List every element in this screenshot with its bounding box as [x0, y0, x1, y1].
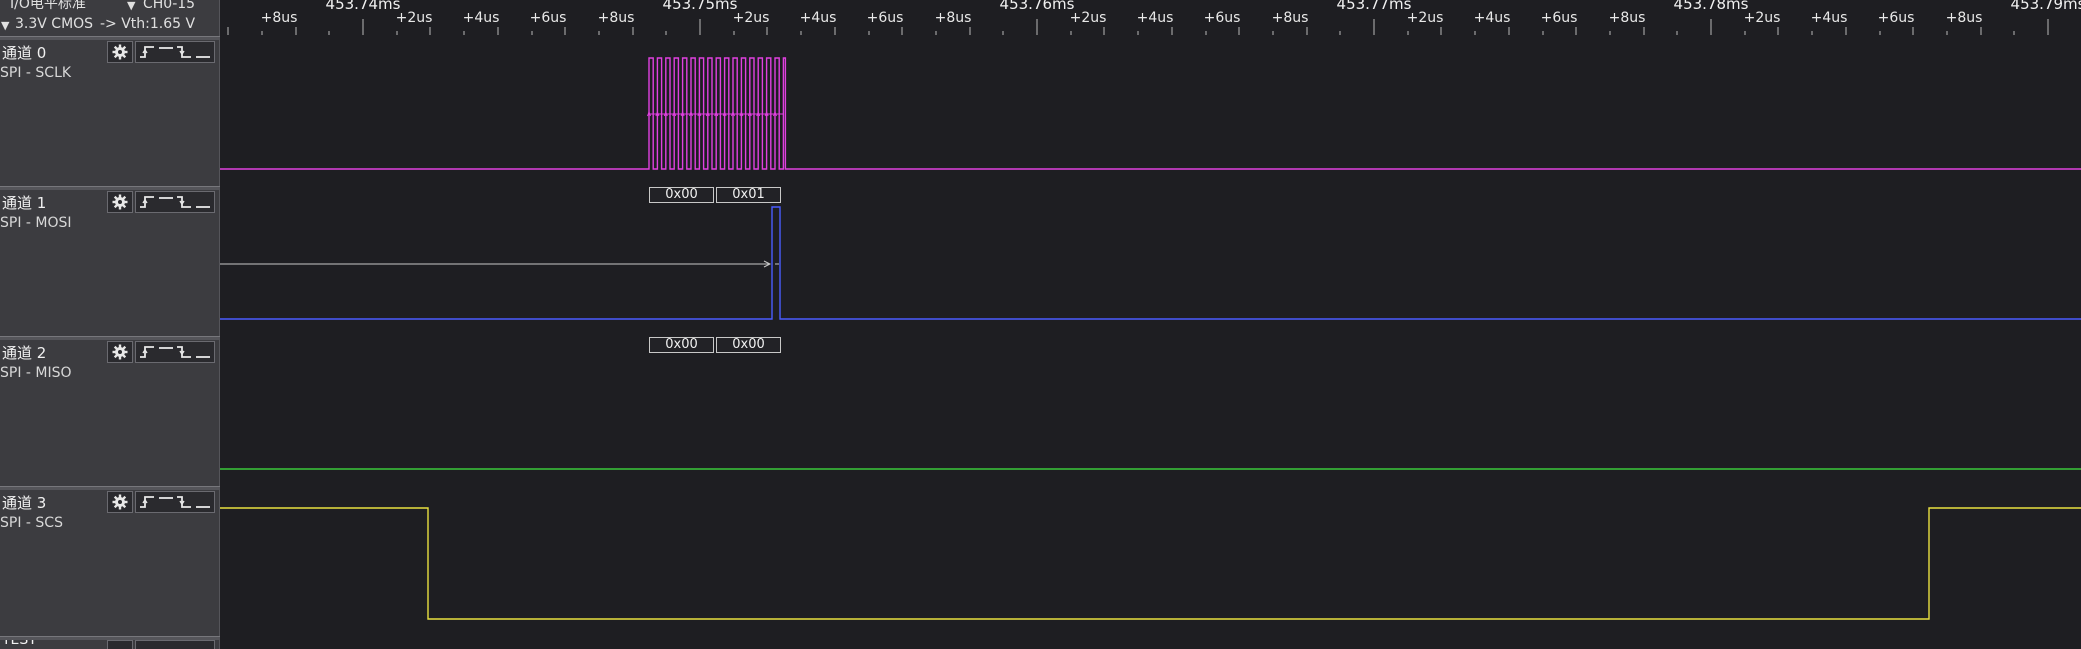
- channel-panel-1: 通道 1 SPI - MOSI: [0, 188, 219, 336]
- rising-edge-icon[interactable]: [139, 494, 155, 510]
- time-minor-label: +8us: [597, 10, 635, 26]
- channel-name: 通道 0: [2, 44, 47, 62]
- time-minor-label: +6us: [1877, 10, 1915, 26]
- channel-panel-3: 通道 3 SPI - SCS: [0, 488, 219, 636]
- scs-signal-trace: [220, 507, 2081, 620]
- waveform-view[interactable]: 453.74ms 453.75ms 453.76ms 453.77ms 453.…: [220, 0, 2081, 649]
- time-major-label: 453.76ms: [999, 0, 1075, 13]
- time-minor-label: +4us: [1136, 10, 1174, 26]
- rising-edge-icon[interactable]: [139, 194, 155, 210]
- time-minor-label: +8us: [260, 10, 298, 26]
- time-minor-label: +2us: [1406, 10, 1444, 26]
- falling-edge-icon[interactable]: [176, 494, 192, 510]
- threshold-voltage: -> Vth:1.65 V: [100, 16, 196, 32]
- time-minor-label: +2us: [395, 10, 433, 26]
- time-major-label: 453.78ms: [1673, 0, 1749, 13]
- io-standard-row[interactable]: I/O电平标准 ▼ CH0-15: [0, 0, 219, 14]
- rising-edge-icon[interactable]: [139, 44, 155, 60]
- trigger-mode-group: [135, 640, 215, 649]
- time-major-label: 453.77ms: [1336, 0, 1412, 13]
- caret-down-icon[interactable]: ▼: [1, 16, 9, 34]
- voltage-standard: 3.3V CMOS: [15, 16, 94, 32]
- gear-icon: [112, 494, 128, 510]
- rising-edge-icon[interactable]: [139, 344, 155, 360]
- sclk-signal-trace: [220, 57, 2081, 170]
- falling-edge-icon[interactable]: [176, 194, 192, 210]
- time-minor-label: +4us: [1810, 10, 1848, 26]
- time-minor-label: +6us: [529, 10, 567, 26]
- gear-icon: [112, 194, 128, 210]
- high-level-icon[interactable]: [158, 494, 174, 510]
- channel-trigger-buttons: [107, 640, 217, 649]
- time-minor-label: +2us: [732, 10, 770, 26]
- signal-traces: [220, 57, 2081, 620]
- time-minor-label: +6us: [1540, 10, 1578, 26]
- mosi-decoded-byte[interactable]: 0x01: [716, 187, 781, 203]
- voltage-row[interactable]: ▼ 3.3V CMOS -> Vth:1.65 V: [0, 15, 219, 34]
- time-minor-label: +8us: [1945, 10, 1983, 26]
- channel-name: 通道 3: [2, 494, 47, 512]
- time-ruler[interactable]: 453.74ms 453.75ms 453.76ms 453.77ms 453.…: [220, 0, 2081, 36]
- sclk-clock-edge-markers: [647, 110, 784, 117]
- time-minor-label: +2us: [1743, 10, 1781, 26]
- channel-protocol: SPI - SCLK: [0, 65, 72, 81]
- channel-settings-button[interactable]: [107, 191, 133, 213]
- time-minor-label: +4us: [799, 10, 837, 26]
- trigger-mode-group: [135, 491, 215, 513]
- time-minor-label: +2us: [1069, 10, 1107, 26]
- mosi-decoded-byte[interactable]: 0x00: [649, 187, 714, 203]
- time-major-label: 453.75ms: [662, 0, 738, 13]
- channel-trigger-buttons: [107, 341, 217, 363]
- time-major-label: 453.74ms: [325, 0, 401, 13]
- high-level-icon[interactable]: [158, 344, 174, 360]
- miso-decoded-byte[interactable]: 0x00: [716, 337, 781, 353]
- channel-trigger-buttons: [107, 191, 217, 213]
- low-level-icon[interactable]: [195, 344, 211, 360]
- falling-edge-icon[interactable]: [176, 44, 192, 60]
- time-minor-label: +6us: [1203, 10, 1241, 26]
- channel-trigger-buttons: [107, 491, 217, 513]
- high-level-icon[interactable]: [158, 44, 174, 60]
- trigger-mode-group: [135, 341, 215, 363]
- mosi-signal-trace: [220, 206, 2081, 320]
- high-level-icon[interactable]: [158, 194, 174, 210]
- channel-trigger-buttons: [107, 41, 217, 63]
- channel-range-label: CH0-15: [143, 0, 196, 12]
- channel-name: 通道 1: [2, 194, 47, 212]
- time-minor-label: +8us: [1608, 10, 1646, 26]
- time-minor-label: +8us: [1271, 10, 1309, 26]
- io-standard-label: I/O电平标准: [10, 0, 86, 12]
- channel-protocol: SPI - MISO: [0, 365, 72, 381]
- channel-settings-button[interactable]: [107, 640, 133, 649]
- measurement-arrow: [220, 260, 772, 268]
- time-major-label: 453.79ms: [2010, 0, 2081, 13]
- channel-protocol: SPI - SCS: [0, 515, 63, 531]
- trigger-mode-group: [135, 191, 215, 213]
- time-minor-label: +6us: [866, 10, 904, 26]
- low-level-icon[interactable]: [195, 494, 211, 510]
- time-minor-label: +4us: [462, 10, 500, 26]
- channel-panel-0: 通道 0 SPI - SCLK: [0, 38, 219, 186]
- channel-sidebar: I/O电平标准 ▼ CH0-15 ▼ 3.3V CMOS -> Vth:1.65…: [0, 0, 220, 649]
- gear-icon: [112, 344, 128, 360]
- caret-down-icon[interactable]: ▼: [127, 0, 135, 14]
- channel-settings-button[interactable]: [107, 341, 133, 363]
- time-minor-label: +4us: [1473, 10, 1511, 26]
- low-level-icon[interactable]: [195, 44, 211, 60]
- channel-panel-2: 通道 2 SPI - MISO: [0, 338, 219, 486]
- miso-decoded-byte[interactable]: 0x00: [649, 337, 714, 353]
- channel-protocol: SPI - MOSI: [0, 215, 72, 231]
- channel-name: 通道 2: [2, 344, 47, 362]
- trigger-mode-group: [135, 41, 215, 63]
- low-level-icon[interactable]: [195, 194, 211, 210]
- gear-icon: [112, 44, 128, 60]
- falling-edge-icon[interactable]: [176, 344, 192, 360]
- channel-settings-button[interactable]: [107, 41, 133, 63]
- time-minor-label: +8us: [934, 10, 972, 26]
- channel-settings-button[interactable]: [107, 491, 133, 513]
